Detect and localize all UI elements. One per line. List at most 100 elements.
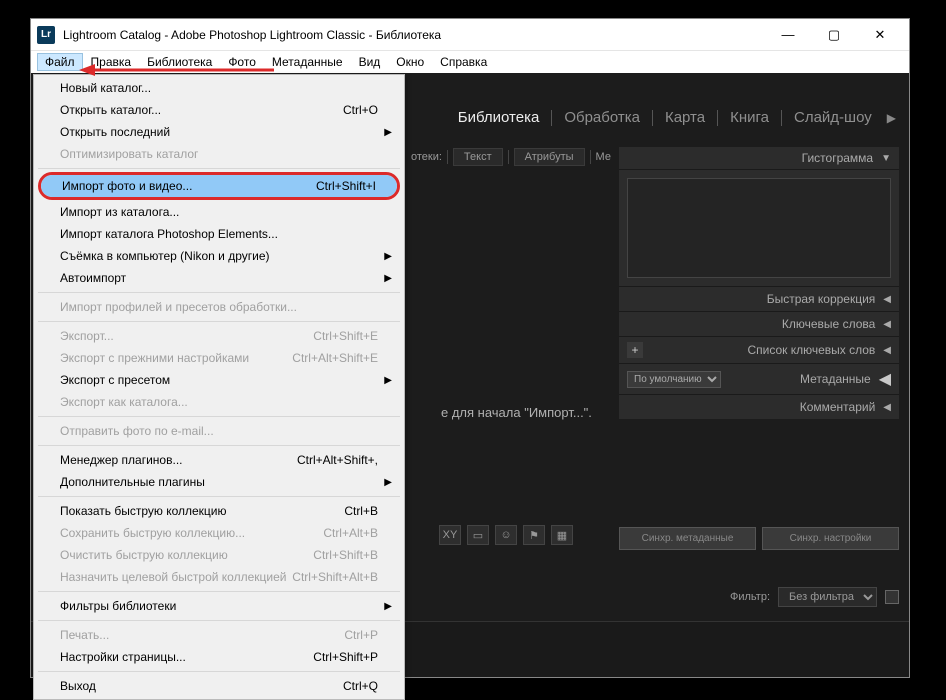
painter-icon[interactable]: ▭ xyxy=(467,525,489,545)
sync-metadata-button[interactable]: Синхр. метаданные xyxy=(619,527,756,550)
filter-partial-label: отеки: xyxy=(411,151,442,163)
menu-clear-quick-collection: Очистить быструю коллекциюCtrl+Shift+B xyxy=(36,544,402,566)
menu-library-filters[interactable]: Фильтры библиотеки▶ xyxy=(36,595,402,617)
panel-histogram-label: Гистограмма xyxy=(802,151,873,165)
menubar: Файл Правка Библиотека Фото Метаданные В… xyxy=(31,51,909,73)
menu-export-preset[interactable]: Экспорт с пресетом▶ xyxy=(36,369,402,391)
menu-edit[interactable]: Правка xyxy=(83,53,140,71)
tab-library[interactable]: Библиотека xyxy=(448,107,550,128)
menu-view[interactable]: Вид xyxy=(351,53,389,71)
window-controls: — ▢ ✕ xyxy=(765,20,903,50)
empty-library-hint: е для начала "Импорт...". xyxy=(441,405,592,420)
menu-extra-plugins[interactable]: Дополнительные плагины▶ xyxy=(36,471,402,493)
filter-lock-icon[interactable] xyxy=(885,590,899,604)
menu-page-setup[interactable]: Настройки страницы...Ctrl+Shift+P xyxy=(36,646,402,668)
window-title: Lightroom Catalog - Adobe Photoshop Ligh… xyxy=(63,28,765,42)
panel-keywords-label: Ключевые слова xyxy=(782,317,875,331)
titlebar: Lr Lightroom Catalog - Adobe Photoshop L… xyxy=(31,19,909,51)
flag-icon[interactable]: ⚑ xyxy=(523,525,545,545)
menu-autoimport[interactable]: Автоимпорт▶ xyxy=(36,267,402,289)
file-menu-dropdown: Новый каталог... Открыть каталог...Ctrl+… xyxy=(33,74,405,700)
divider xyxy=(652,110,653,126)
divider xyxy=(447,150,448,164)
panel-comments-label: Комментарий xyxy=(800,400,876,414)
menu-library[interactable]: Библиотека xyxy=(139,53,220,71)
module-more-icon[interactable]: ▶ xyxy=(884,111,899,125)
menu-exit[interactable]: ВыходCtrl+Q xyxy=(36,675,402,697)
menu-metadata[interactable]: Метаданные xyxy=(264,53,351,71)
menu-open-recent[interactable]: Открыть последний▶ xyxy=(36,121,402,143)
separator xyxy=(38,671,400,672)
chevron-down-icon: ▼ xyxy=(881,153,891,164)
face-icon[interactable]: ☺ xyxy=(495,525,517,545)
menu-photo[interactable]: Фото xyxy=(220,53,264,71)
menu-file[interactable]: Файл xyxy=(37,53,83,71)
sync-settings-button[interactable]: Синхр. настройки xyxy=(762,527,899,550)
separator xyxy=(38,292,400,293)
divider xyxy=(551,110,552,126)
menu-show-quick-collection[interactable]: Показать быструю коллекциюCtrl+B xyxy=(36,500,402,522)
tab-develop[interactable]: Обработка xyxy=(554,107,650,128)
separator xyxy=(38,445,400,446)
menu-new-catalog[interactable]: Новый каталог... xyxy=(36,77,402,99)
panel-comments[interactable]: Комментарий ◀ xyxy=(619,394,899,419)
separator xyxy=(38,416,400,417)
library-filter-bar: отеки: Текст Атрибуты Ме xyxy=(411,147,611,167)
minimize-button[interactable]: — xyxy=(765,20,811,50)
close-button[interactable]: ✕ xyxy=(857,20,903,50)
panel-keyword-list[interactable]: + Список ключевых слов ◀ xyxy=(619,336,899,363)
filter-meta-partial: Ме xyxy=(596,151,611,163)
chevron-left-icon: ◀ xyxy=(883,294,891,305)
tab-slideshow[interactable]: Слайд-шоу xyxy=(784,107,882,128)
filter-label: Фильтр: xyxy=(730,591,770,603)
menu-export: Экспорт...Ctrl+Shift+E xyxy=(36,325,402,347)
menu-export-previous: Экспорт с прежними настройкамиCtrl+Alt+S… xyxy=(36,347,402,369)
submenu-arrow-icon: ▶ xyxy=(384,127,392,138)
panel-metadata-label: Метаданные xyxy=(721,372,871,386)
menu-plugin-manager[interactable]: Менеджер плагинов...Ctrl+Alt+Shift+, xyxy=(36,449,402,471)
separator xyxy=(38,496,400,497)
separator xyxy=(38,321,400,322)
maximize-button[interactable]: ▢ xyxy=(811,20,857,50)
divider xyxy=(508,150,509,164)
chevron-left-icon: ◀ xyxy=(883,319,891,330)
module-picker: Библиотека Обработка Карта Книга Слайд-ш… xyxy=(448,107,899,128)
divider xyxy=(717,110,718,126)
submenu-arrow-icon: ▶ xyxy=(384,251,392,262)
filter-select[interactable]: Без фильтра xyxy=(778,587,877,607)
tab-book[interactable]: Книга xyxy=(720,107,779,128)
menu-open-catalog[interactable]: Открыть каталог...Ctrl+O xyxy=(36,99,402,121)
filter-text[interactable]: Текст xyxy=(453,148,503,166)
menu-import-photos[interactable]: Импорт фото и видео...Ctrl+Shift+I xyxy=(38,172,400,200)
separator xyxy=(38,168,400,169)
filmstrip-filter: Фильтр: Без фильтра xyxy=(730,587,899,607)
chevron-left-icon: ◀ xyxy=(883,345,891,356)
divider xyxy=(781,110,782,126)
tab-map[interactable]: Карта xyxy=(655,107,715,128)
menu-print: Печать...Ctrl+P xyxy=(36,624,402,646)
sync-bar: Синхр. метаданные Синхр. настройки xyxy=(619,521,899,556)
menu-target-quick-collection: Назначить целевой быстрой коллекциейCtrl… xyxy=(36,566,402,588)
menu-window[interactable]: Окно xyxy=(388,53,432,71)
filter-attributes[interactable]: Атрибуты xyxy=(514,148,585,166)
panel-histogram-header[interactable]: Гистограмма ▼ xyxy=(619,147,899,170)
grid-icon[interactable]: ▦ xyxy=(551,525,573,545)
add-keyword-button[interactable]: + xyxy=(627,342,643,358)
histogram-box xyxy=(627,178,891,278)
panel-keywords[interactable]: Ключевые слова ◀ xyxy=(619,311,899,336)
submenu-arrow-icon: ▶ xyxy=(384,273,392,284)
menu-help[interactable]: Справка xyxy=(432,53,495,71)
panel-keylist-label: Список ключевых слов xyxy=(747,343,875,357)
menu-tethered-capture[interactable]: Съёмка в компьютер (Nikon и другие)▶ xyxy=(36,245,402,267)
menu-import-from-catalog[interactable]: Импорт из каталога... xyxy=(36,201,402,223)
separator xyxy=(38,620,400,621)
panel-quick-label: Быстрая коррекция xyxy=(767,292,876,306)
divider xyxy=(590,150,591,164)
grid-toolbar: XY ▭ ☺ ⚑ ▦ xyxy=(439,525,573,545)
panel-metadata[interactable]: По умолчанию Метаданные ◀ xyxy=(619,363,899,394)
metadata-preset-select[interactable]: По умолчанию xyxy=(627,371,721,388)
panel-quick-develop[interactable]: Быстрая коррекция ◀ xyxy=(619,286,899,311)
menu-send-email: Отправить фото по e-mail... xyxy=(36,420,402,442)
sort-icon[interactable]: XY xyxy=(439,525,461,545)
menu-import-pse[interactable]: Импорт каталога Photoshop Elements... xyxy=(36,223,402,245)
